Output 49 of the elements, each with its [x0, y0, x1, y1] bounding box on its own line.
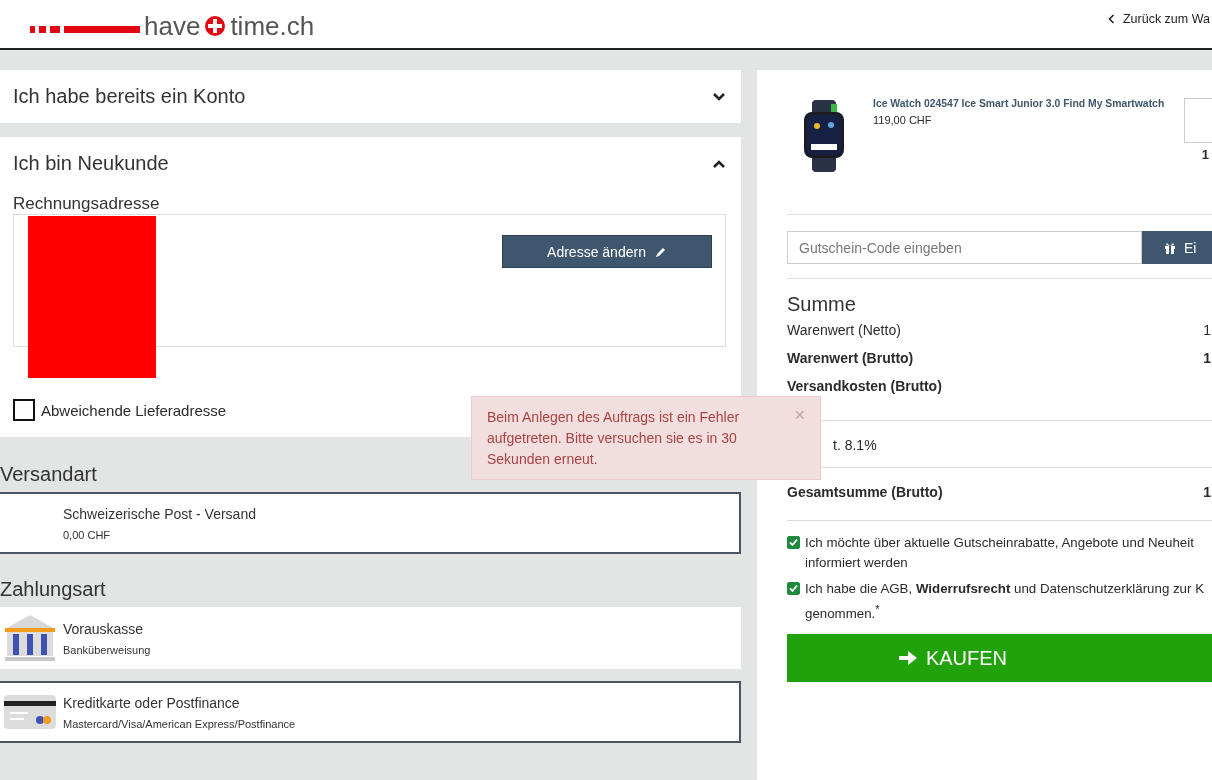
error-message: Beim Anlegen des Auftrags ist ein Fehler aufgetreten. Bitte versuchen sie es in 30 Sekunden erneut.: [487, 408, 741, 469]
option-name: Schweizerische Post - Versand: [63, 505, 256, 522]
section-title: Zahlungsart: [0, 578, 107, 601]
shipping-option[interactable]: Schweizerische Post - Versand 0,00 CHF: [0, 492, 741, 554]
pencil-icon: [654, 245, 667, 258]
total-value: 1: [1203, 484, 1211, 502]
arrow-right-icon: [897, 649, 918, 668]
accordion-title[interactable]: Ich bin Neukunde: [13, 152, 169, 175]
redeem-voucher-button[interactable]: Ei: [1142, 231, 1212, 264]
quantity-field[interactable]: [1184, 98, 1212, 143]
checkbox[interactable]: [787, 536, 800, 549]
voucher-code-field[interactable]: Gutschein-Code eingeben: [787, 231, 1142, 264]
bank-icon: [3, 614, 56, 662]
back-link[interactable]: Zurück zum Wa: [1107, 12, 1210, 48]
checkbox[interactable]: [13, 399, 35, 421]
consent-text: Ich möchte über aktuelle Gutscheinrabatte, Angebote und Neuheit informiert werden: [805, 534, 1194, 572]
option-detail: Banküberweisung: [63, 643, 151, 656]
chevron-left-icon: [1107, 14, 1115, 24]
accordion-title[interactable]: Ich habe bereits ein Konto: [13, 85, 246, 108]
option-detail: 0,00 CHF: [63, 528, 112, 541]
summary-label: Warenwert (Brutto): [787, 350, 914, 368]
logo-text: have: [144, 12, 201, 40]
item-total: 1: [1201, 147, 1209, 162]
chevron-icon[interactable]: [712, 91, 726, 102]
tax-label: t. 8.1%: [832, 437, 878, 455]
chevron-icon[interactable]: [712, 158, 726, 169]
payment-option[interactable]: Kreditkarte oder Postfinance Mastercard/Visa/American Express/Postfinance: [0, 681, 741, 743]
gift-icon: [1164, 241, 1176, 254]
edit-address-button[interactable]: Adresse ändern: [502, 235, 712, 268]
summary-value: 1: [1203, 350, 1211, 368]
checkbox[interactable]: [787, 582, 800, 595]
payment-option[interactable]: Vorauskasse Banküberweisung: [0, 607, 741, 669]
option-name: Vorauskasse: [63, 620, 145, 637]
option-name: Kreditkarte oder Postfinance: [63, 694, 241, 711]
checkbox-label: Abweichende Lieferadresse: [41, 401, 227, 419]
total-label: Gesamtsumme (Brutto): [787, 484, 943, 502]
product-price: 119,00 CHF: [873, 114, 933, 126]
section-title: Rechnungsadresse: [13, 194, 161, 214]
summary-title: Summe: [787, 293, 857, 316]
summary-label: Warenwert (Netto): [787, 322, 901, 340]
section-title: Versandart: [0, 463, 98, 486]
summary-label: Versandkosten (Brutto): [787, 378, 942, 396]
consent-text: Ich habe die AGB, Widerrufsrecht und Datenschutzerklärung zur K genommen.$^{*}$: [805, 580, 1204, 624]
logo-text: time.ch: [230, 12, 315, 40]
product-name[interactable]: Ice Watch 024547 Ice Smart Junior 3.0 Find My Smartwatch: [873, 98, 1174, 109]
logo-stripes-icon: [30, 26, 140, 34]
credit-card-icon: [3, 695, 56, 729]
summary-value: 1: [1203, 322, 1211, 340]
option-detail: Mastercard/Visa/American Express/Postfinance: [63, 717, 296, 730]
